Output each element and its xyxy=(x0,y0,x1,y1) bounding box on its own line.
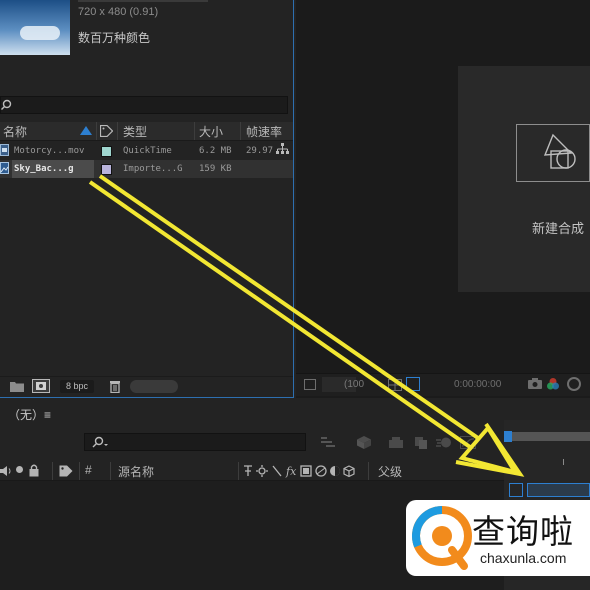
watermark-logo-icon xyxy=(412,506,472,570)
watermark-text: 查询啦 xyxy=(472,512,574,551)
watermark-url: chaxunla.com xyxy=(480,550,567,566)
